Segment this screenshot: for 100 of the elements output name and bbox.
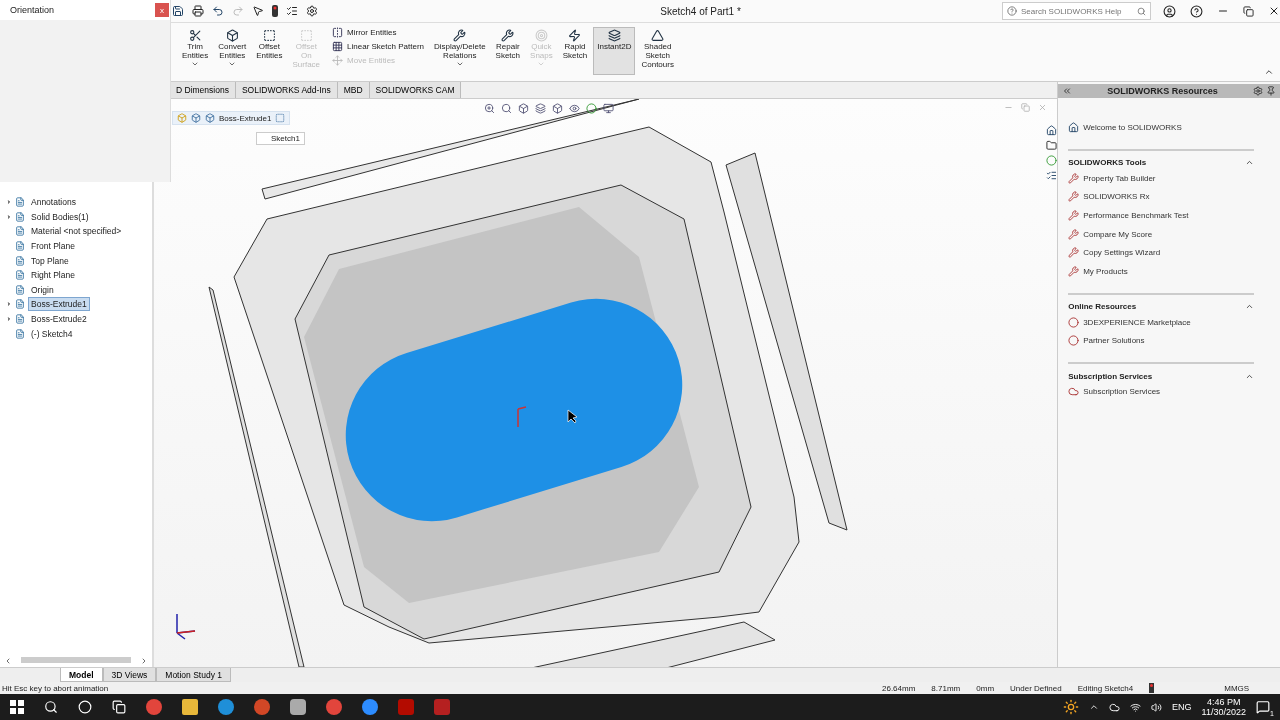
clock-date[interactable]: 11/30/2022	[1201, 707, 1246, 717]
resource-link[interactable]: Copy Settings Wizard	[1068, 243, 1254, 263]
tree-item[interactable]: Boss-Extrude2	[28, 312, 90, 327]
command-tab[interactable]: MBD	[337, 82, 370, 98]
breadcrumb-sketch[interactable]: Sketch1	[256, 132, 305, 145]
collapse-icon[interactable]	[1264, 67, 1274, 77]
resource-link[interactable]: 3DEXPERIENCE Marketplace	[1068, 312, 1254, 332]
close-button[interactable]: x	[155, 3, 169, 17]
app-icon[interactable]	[362, 699, 378, 715]
units-label[interactable]: MMGS	[1224, 683, 1250, 693]
tree-item[interactable]: Solid Bodies(1)	[28, 209, 92, 224]
ribbon-command[interactable]: Rapid Sketch	[558, 27, 592, 75]
tree-item[interactable]: Origin	[28, 282, 57, 297]
command-tab[interactable]: D Dimensions	[170, 82, 236, 98]
ribbon-command[interactable]: Convert Entities	[214, 27, 251, 75]
circle-icon[interactable]	[78, 700, 92, 714]
app-icon[interactable]	[290, 699, 306, 715]
zoom-area-icon[interactable]	[501, 103, 512, 114]
body-icon[interactable]	[191, 113, 201, 123]
resource-link[interactable]: Performance Benchmark Test	[1068, 206, 1254, 225]
wifi-icon[interactable]	[1130, 701, 1142, 713]
traffic-light-icon[interactable]	[272, 5, 278, 17]
windows-start-icon[interactable]	[10, 700, 24, 714]
restore-icon[interactable]	[1243, 5, 1254, 17]
ribbon-command[interactable]: Shaded Sketch Contours	[637, 27, 678, 75]
square-icon	[299, 29, 313, 42]
collapse-panel-icon[interactable]	[1062, 86, 1073, 96]
settings-icon[interactable]	[1253, 86, 1263, 96]
tree-item[interactable]: Material <not specified>	[28, 224, 125, 239]
expand-arrow-icon[interactable]	[6, 301, 12, 308]
monitor-icon[interactable]	[603, 103, 614, 114]
tree-item[interactable]: (-) Sketch4	[28, 326, 76, 341]
scene-icon[interactable]	[586, 103, 597, 114]
feature-icon	[15, 299, 25, 310]
app-icon[interactable]	[218, 699, 234, 715]
tree-item[interactable]: Boss-Extrude1	[28, 297, 90, 312]
task-view-icon[interactable]	[112, 700, 126, 714]
ribbon-command[interactable]: Repair Sketch	[491, 27, 525, 75]
scroll-right-icon[interactable]	[140, 657, 148, 665]
resource-link[interactable]: Welcome to SOLIDWORKS	[1068, 118, 1254, 137]
zoom-icon[interactable]	[484, 103, 495, 114]
ribbon-command[interactable]: Linear Sketch Pattern	[332, 41, 424, 52]
move-icon	[332, 55, 344, 66]
scroll-left-icon[interactable]	[4, 657, 12, 665]
app-icon[interactable]	[146, 699, 162, 715]
resource-link[interactable]: Subscription Services	[1068, 382, 1254, 401]
ribbon-command[interactable]: Offset Entities	[252, 27, 287, 75]
resource-link[interactable]: My Products	[1068, 262, 1254, 281]
settings-icon[interactable]	[306, 5, 318, 17]
weather-icon[interactable]	[1063, 699, 1080, 715]
command-tab[interactable]: SOLIDWORKS CAM	[369, 82, 462, 98]
tree-item[interactable]: Annotations	[28, 195, 79, 210]
home-tab-icon[interactable]	[1046, 125, 1058, 136]
section-view-icon[interactable]	[535, 103, 546, 114]
save-icon[interactable]	[172, 5, 184, 17]
expand-arrow-icon[interactable]	[6, 316, 12, 323]
ribbon-command[interactable]: Display/Delete Relations	[430, 27, 490, 75]
breadcrumb-item[interactable]: Boss-Extrude1	[219, 113, 272, 123]
print-icon[interactable]	[192, 5, 204, 17]
pin-icon[interactable]	[1266, 86, 1276, 96]
ribbon-command[interactable]: Mirror Entities	[332, 27, 424, 38]
ribbon-command[interactable]: Instant2D	[593, 27, 636, 75]
app-icon[interactable]	[326, 699, 342, 715]
hide-show-icon[interactable]	[569, 103, 580, 114]
resource-link[interactable]: SOLIDWORKS Rx	[1068, 187, 1254, 207]
model-tab[interactable]: Motion Study 1	[156, 668, 231, 682]
volume-icon[interactable]	[1151, 701, 1163, 713]
tree-item[interactable]: Right Plane	[28, 268, 78, 283]
search-icon[interactable]	[44, 700, 58, 714]
search-box[interactable]: Search SOLIDWORKS Help	[1002, 2, 1151, 20]
view-cube-icon[interactable]	[518, 103, 529, 114]
feature-icon[interactable]	[205, 113, 215, 123]
cloud-icon[interactable]	[1109, 701, 1121, 713]
help-icon[interactable]	[1190, 4, 1203, 18]
user-icon[interactable]	[1163, 4, 1176, 18]
grid-icon	[332, 41, 344, 52]
scrollbar-thumb[interactable]	[21, 657, 131, 663]
command-tab[interactable]: SOLIDWORKS Add-Ins	[235, 82, 338, 98]
close-icon[interactable]	[1268, 5, 1280, 17]
options-list-icon[interactable]	[286, 5, 298, 17]
ribbon-command[interactable]: Trim Entities	[178, 27, 213, 75]
clock-time[interactable]: 4:46 PM	[1207, 697, 1241, 707]
feature-icon	[15, 255, 25, 266]
display-style-icon[interactable]	[552, 103, 563, 114]
properties-tab-icon[interactable]	[1046, 170, 1058, 181]
undo-icon[interactable]	[212, 5, 224, 17]
pointer-icon[interactable]	[252, 5, 264, 17]
model-tab[interactable]: 3D Views	[102, 668, 157, 682]
resource-link[interactable]: Compare My Score	[1068, 224, 1254, 244]
language-indicator[interactable]: ENG	[1172, 702, 1192, 712]
folder-tab-icon[interactable]	[1046, 140, 1058, 151]
notifications-icon[interactable]	[1256, 700, 1270, 714]
resource-link[interactable]: Property Tab Builder	[1068, 168, 1254, 188]
model-tab[interactable]: Model	[60, 668, 103, 682]
feature-icon	[15, 284, 25, 295]
app-icon[interactable]	[254, 699, 270, 715]
chevron-up-icon[interactable]	[1089, 702, 1100, 712]
tree-item[interactable]: Front Plane	[28, 239, 78, 254]
tree-item[interactable]: Top Plane	[28, 253, 72, 268]
resource-link[interactable]: Partner Solutions	[1068, 331, 1254, 351]
